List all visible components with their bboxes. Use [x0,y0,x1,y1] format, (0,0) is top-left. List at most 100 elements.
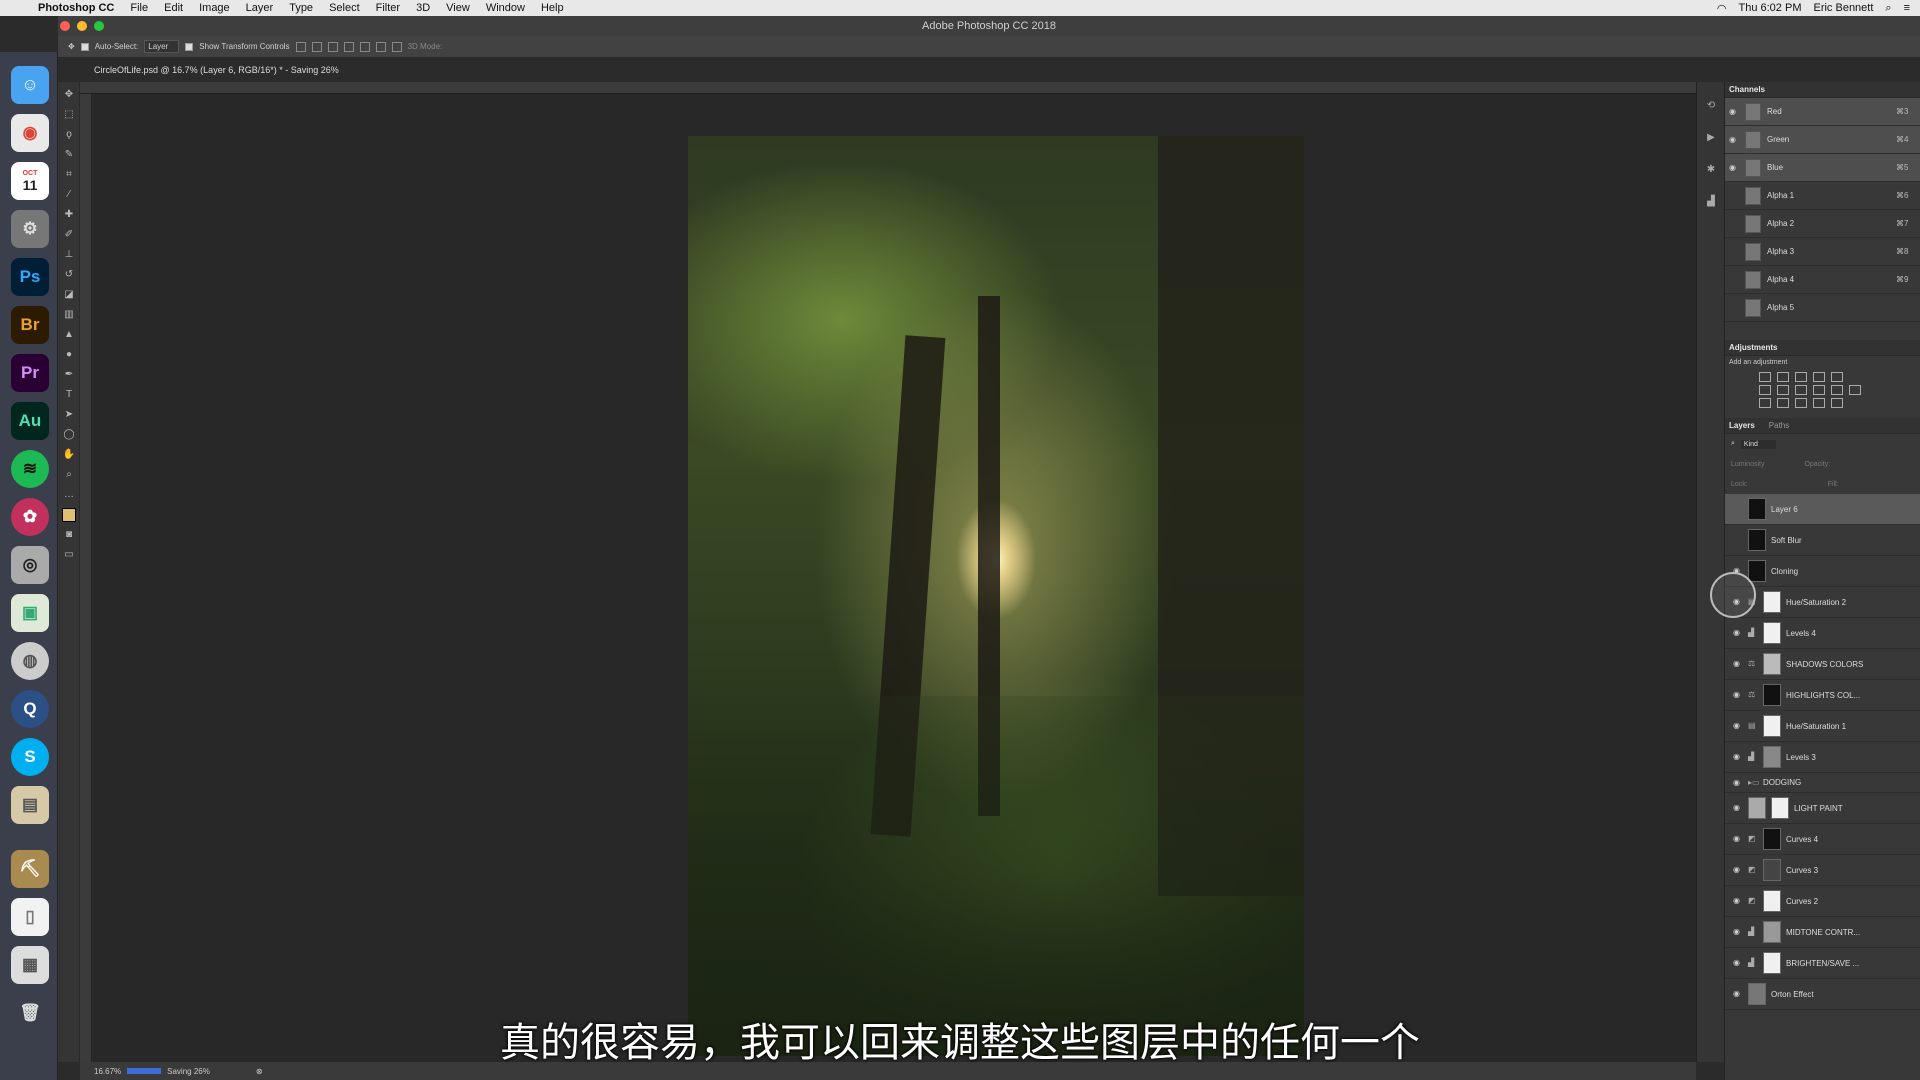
lasso-tool[interactable]: ϙ [62,128,76,142]
user-name[interactable]: Eric Bennett [1813,2,1873,14]
marquee-tool[interactable]: ⬚ [62,108,76,122]
blur-tool[interactable]: ▲ [62,328,76,342]
layer-row[interactable]: ◉ ▟ Levels 4 [1725,618,1920,649]
brush-tool[interactable]: ✐ [62,228,76,242]
distribute-icon[interactable] [391,41,402,52]
wifi-icon[interactable]: ◠ [1717,2,1727,15]
eye-icon[interactable] [1729,192,1739,200]
black-white-icon[interactable] [1795,385,1807,395]
text-file-icon[interactable]: ▯ [11,898,49,936]
layer-row[interactable]: ◉ ▟ Levels 3 [1725,742,1920,773]
shape-tool[interactable]: ◯ [62,428,76,442]
menu-window[interactable]: Window [478,2,533,14]
gradient-map-icon[interactable] [1813,398,1825,408]
align-right-icon[interactable] [375,41,386,52]
clone-stamp-tool[interactable]: ⊥ [62,248,76,262]
calendar-icon[interactable]: OCT 11 [11,162,49,200]
eyedropper-tool[interactable]: ⁄ [62,188,76,202]
layer-row[interactable]: ◉ ⚖ HIGHLIGHTS COL... [1725,680,1920,711]
layer-row[interactable]: ◉ Cloning [1725,556,1920,587]
channel-row-alpha-1[interactable]: Alpha 1 ⌘6 [1725,182,1920,210]
eye-icon[interactable]: ◉ [1733,835,1743,843]
menu-help[interactable]: Help [533,2,572,14]
crop-tool[interactable]: ⌗ [62,168,76,182]
eye-icon[interactable] [1733,536,1743,544]
chrome-icon[interactable]: ◉ [11,114,49,152]
menu-image[interactable]: Image [191,2,238,14]
layer-row[interactable]: ◉ ◩ Curves 2 [1725,886,1920,917]
gradient-tool[interactable]: ▥ [62,308,76,322]
layer-row[interactable]: ◉ ⚖ SHADOWS COLORS [1725,649,1920,680]
channel-row-alpha-2[interactable]: Alpha 2 ⌘7 [1725,210,1920,238]
invert-icon[interactable] [1759,398,1771,408]
premiere-icon[interactable]: Pr [11,354,49,392]
davinci-icon[interactable]: ✿ [11,498,49,536]
history-panel-icon[interactable]: ⟲ [1704,100,1718,114]
move-tool[interactable]: ✥ [62,88,76,102]
tab-paths[interactable]: Paths [1769,418,1789,433]
menu-3d[interactable]: 3D [408,2,438,14]
auto-select-checkbox[interactable] [80,42,89,51]
posterize-icon[interactable] [1777,398,1789,408]
eye-icon[interactable]: ◉ [1733,691,1743,699]
adjustments-panel-header[interactable]: Adjustments [1725,340,1920,356]
hue-saturation-icon[interactable] [1759,385,1771,395]
quicktime-icon[interactable]: Q [11,690,49,728]
brightness-icon[interactable] [1759,372,1771,382]
photo-filter-icon[interactable] [1813,385,1825,395]
disk-utility-icon[interactable]: ◍ [11,642,49,680]
spotify-icon[interactable]: ≋ [11,450,49,488]
more-tools[interactable]: … [62,488,76,502]
menu-type[interactable]: Type [281,2,321,14]
skype-icon[interactable]: S [11,738,49,776]
eye-icon[interactable]: ◉ [1733,897,1743,905]
eye-icon[interactable]: ◉ [1729,107,1739,116]
eye-icon[interactable]: ◉ [1729,163,1739,172]
curves-icon[interactable] [1795,372,1807,382]
document-tab[interactable]: CircleOfLife.psd @ 16.7% (Layer 6, RGB/1… [94,62,339,78]
channel-row-alpha-3[interactable]: Alpha 3 ⌘8 [1725,238,1920,266]
eye-icon[interactable] [1729,220,1739,228]
preview-icon[interactable]: ▣ [11,594,49,632]
utilities-folder-icon[interactable]: ⛏ [11,850,49,888]
layer-row[interactable]: Soft Blur [1725,525,1920,556]
eye-icon[interactable]: ◉ [1733,722,1743,730]
screenshot-icon[interactable]: ◎ [11,546,49,584]
bridge-icon[interactable]: Br [11,306,49,344]
layer-row[interactable]: Layer 6 [1725,494,1920,525]
foreground-color-swatch[interactable] [62,508,76,522]
system-preferences-icon[interactable]: ⚙ [11,210,49,248]
menu-file[interactable]: File [122,2,156,14]
vibrance-icon[interactable] [1831,372,1843,382]
channel-row-alpha-5[interactable]: Alpha 5 [1725,294,1920,322]
align-center-icon[interactable] [359,41,370,52]
healing-tool[interactable]: ✚ [62,208,76,222]
blend-mode-dropdown[interactable]: Luminosity [1731,461,1764,468]
forest-photo-canvas[interactable] [688,136,1304,1056]
levels-icon[interactable] [1777,372,1789,382]
eye-icon[interactable]: ◉ [1733,804,1743,812]
exposure-icon[interactable] [1813,372,1825,382]
zoom-tool[interactable]: ⌕ [62,468,76,482]
eye-icon[interactable]: ◉ [1733,959,1743,967]
eye-icon[interactable]: ◉ [1733,990,1743,998]
threshold-icon[interactable] [1795,398,1807,408]
layer-row[interactable]: ◉ ▟ BRIGHTEN/SAVE ... [1725,948,1920,979]
eye-icon[interactable]: ◉ [1733,928,1743,936]
menu-view[interactable]: View [438,2,478,14]
eye-icon[interactable] [1729,304,1739,312]
channel-row-green[interactable]: ◉ Green ⌘4 [1725,126,1920,154]
channel-row-red[interactable]: ◉ Red ⌘3 [1725,98,1920,126]
clock[interactable]: Thu 6:02 PM [1739,2,1802,14]
move-tool-icon[interactable]: ✥ [68,42,75,51]
channel-mixer-icon[interactable] [1831,385,1843,395]
menu-app-name[interactable]: Photoshop CC [30,2,122,14]
minimize-window-button[interactable] [77,21,87,31]
layer-row[interactable]: ◉ ◩ Curves 4 [1725,824,1920,855]
eye-icon[interactable] [1729,276,1739,284]
selective-color-icon[interactable] [1831,398,1843,408]
spotlight-search-icon[interactable]: ⌕ [1885,2,1891,15]
layer-group-row[interactable]: ◉ ▸▭ DODGING [1725,773,1920,793]
channel-row-alpha-4[interactable]: Alpha 4 ⌘9 [1725,266,1920,294]
downloads-stack-icon[interactable]: ▦ [11,946,49,984]
